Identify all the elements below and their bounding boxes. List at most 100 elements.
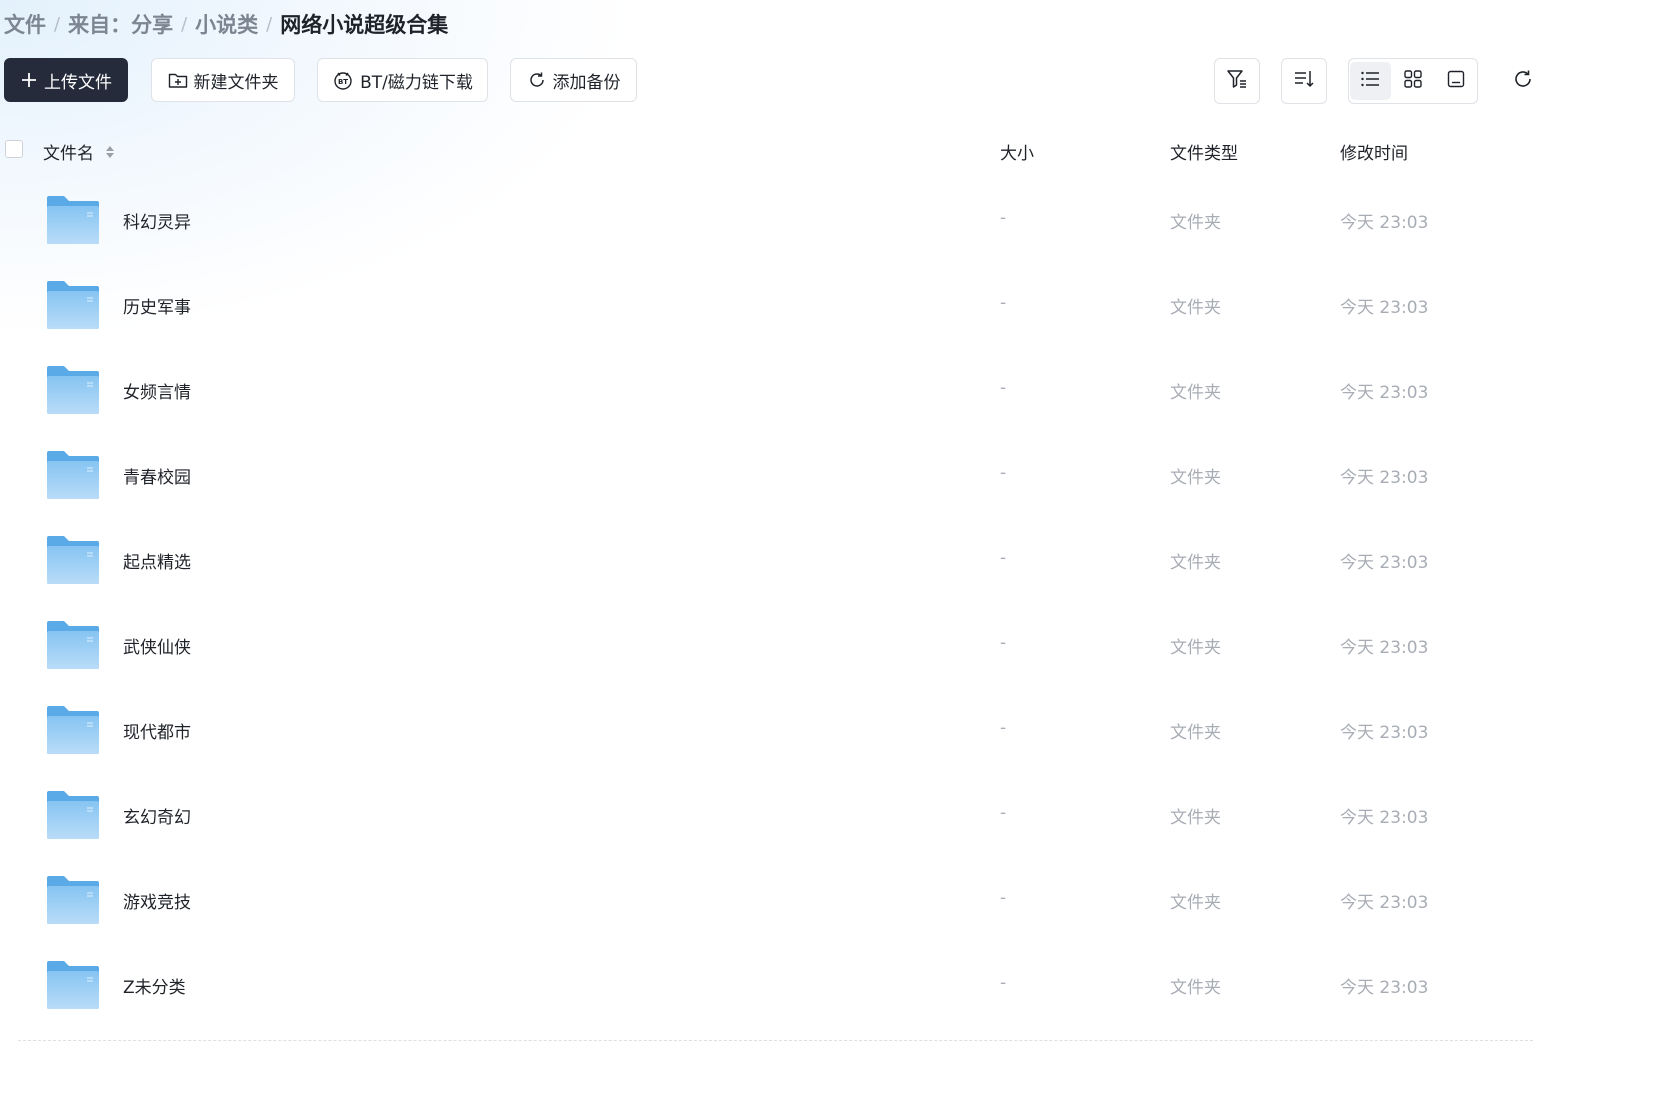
file-type: 文件夹 <box>1170 213 1221 233</box>
folder-icon <box>46 875 100 925</box>
file-type: 文件夹 <box>1170 723 1221 743</box>
preview-view-icon <box>1447 70 1465 92</box>
file-type: 文件夹 <box>1170 978 1221 998</box>
folder-icon <box>46 450 100 500</box>
file-size: - <box>1000 888 1007 908</box>
refresh-icon <box>1512 68 1534 94</box>
bt-icon: BT <box>332 70 354 90</box>
upload-file-button[interactable]: 上传文件 <box>4 58 128 102</box>
list-end-divider <box>18 1040 1533 1041</box>
folder-icon <box>46 705 100 755</box>
table-header: 文件名 大小 文件类型 修改时间 <box>0 130 1545 170</box>
table-row[interactable]: 女频言情 - 文件夹 今天 23:03 <box>0 347 1545 432</box>
sort-toggle-icon <box>105 144 115 165</box>
file-size: - <box>1000 803 1007 823</box>
sort-button[interactable] <box>1281 58 1327 104</box>
add-backup-label: 添加备份 <box>552 72 621 93</box>
column-name-header[interactable]: 文件名 <box>43 139 115 165</box>
preview-view-button[interactable] <box>1435 62 1476 100</box>
file-size: - <box>1000 718 1007 738</box>
folder-plus-icon <box>168 71 188 89</box>
filter-icon <box>1226 68 1248 94</box>
table-row[interactable]: 现代都市 - 文件夹 今天 23:03 <box>0 687 1545 772</box>
file-name: Z未分类 <box>123 978 186 998</box>
new-folder-label: 新建文件夹 <box>193 72 279 93</box>
folder-icon <box>46 535 100 585</box>
bt-magnet-download-label: BT/磁力链下载 <box>360 72 473 93</box>
file-name: 现代都市 <box>123 723 191 743</box>
refresh-button[interactable] <box>1503 58 1543 104</box>
table-row[interactable]: 武侠仙侠 - 文件夹 今天 23:03 <box>0 602 1545 687</box>
file-name: 游戏竞技 <box>123 893 191 913</box>
table-row[interactable]: 青春校园 - 文件夹 今天 23:03 <box>0 432 1545 517</box>
file-modified-time: 今天 23:03 <box>1340 553 1429 573</box>
select-all-checkbox[interactable] <box>5 140 23 158</box>
new-folder-button[interactable]: 新建文件夹 <box>151 58 295 102</box>
grid-view-icon <box>1404 70 1422 92</box>
file-type: 文件夹 <box>1170 893 1221 913</box>
table-row[interactable]: 玄幻奇幻 - 文件夹 今天 23:03 <box>0 772 1545 857</box>
file-modified-time: 今天 23:03 <box>1340 978 1429 998</box>
table-row[interactable]: Z未分类 - 文件夹 今天 23:03 <box>0 942 1545 1027</box>
folder-icon <box>46 620 100 670</box>
folder-icon <box>46 960 100 1010</box>
breadcrumb-current: 网络小说超级合集 <box>280 13 449 37</box>
file-name: 起点精选 <box>123 553 191 573</box>
table-row[interactable]: 起点精选 - 文件夹 今天 23:03 <box>0 517 1545 602</box>
file-size: - <box>1000 633 1007 653</box>
breadcrumb-shared[interactable]: 来自：分享 <box>68 9 173 39</box>
breadcrumb: 文件 / 来自：分享 / 小说类 / 网络小说超级合集 <box>4 9 448 39</box>
bt-magnet-download-button[interactable]: BT BT/磁力链下载 <box>317 58 488 102</box>
file-name: 玄幻奇幻 <box>123 808 191 828</box>
refresh-backup-icon <box>527 70 547 90</box>
view-mode-switch <box>1348 58 1478 104</box>
file-name: 科幻灵异 <box>123 213 191 233</box>
file-modified-time: 今天 23:03 <box>1340 468 1429 488</box>
file-type: 文件夹 <box>1170 383 1221 403</box>
breadcrumb-files[interactable]: 文件 <box>4 9 46 39</box>
file-modified-time: 今天 23:03 <box>1340 808 1429 828</box>
sort-icon <box>1293 68 1315 94</box>
file-modified-time: 今天 23:03 <box>1340 638 1429 658</box>
file-size: - <box>1000 378 1007 398</box>
filter-button[interactable] <box>1214 58 1260 104</box>
folder-icon <box>46 365 100 415</box>
breadcrumb-separator: / <box>181 13 188 35</box>
file-size: - <box>1000 208 1007 228</box>
folder-icon <box>46 790 100 840</box>
file-type: 文件夹 <box>1170 468 1221 488</box>
file-size: - <box>1000 463 1007 483</box>
table-row[interactable]: 科幻灵异 - 文件夹 今天 23:03 <box>0 177 1545 262</box>
file-list: 科幻灵异 - 文件夹 今天 23:03 历史军事 - 文件夹 今天 23:03 <box>0 177 1545 1027</box>
file-modified-time: 今天 23:03 <box>1340 383 1429 403</box>
file-modified-time: 今天 23:03 <box>1340 893 1429 913</box>
upload-file-label: 上传文件 <box>44 72 112 93</box>
breadcrumb-separator: / <box>54 13 61 35</box>
table-row[interactable]: 历史军事 - 文件夹 今天 23:03 <box>0 262 1545 347</box>
file-modified-time: 今天 23:03 <box>1340 298 1429 318</box>
table-row[interactable]: 游戏竞技 - 文件夹 今天 23:03 <box>0 857 1545 942</box>
file-type: 文件夹 <box>1170 638 1221 658</box>
list-view-button[interactable] <box>1350 62 1391 100</box>
file-size: - <box>1000 293 1007 313</box>
list-view-icon <box>1360 70 1380 92</box>
column-type-header[interactable]: 文件类型 <box>1170 139 1238 164</box>
add-backup-button[interactable]: 添加备份 <box>510 58 637 102</box>
file-name: 武侠仙侠 <box>123 638 191 658</box>
file-type: 文件夹 <box>1170 553 1221 573</box>
folder-icon <box>46 280 100 330</box>
breadcrumb-novels[interactable]: 小说类 <box>195 9 258 39</box>
column-size-header[interactable]: 大小 <box>1000 139 1034 164</box>
svg-text:BT: BT <box>338 78 348 86</box>
file-type: 文件夹 <box>1170 298 1221 318</box>
file-modified-time: 今天 23:03 <box>1340 213 1429 233</box>
column-modified-header[interactable]: 修改时间 <box>1340 139 1408 164</box>
file-size: - <box>1000 548 1007 568</box>
file-name: 青春校园 <box>123 468 191 488</box>
file-modified-time: 今天 23:03 <box>1340 723 1429 743</box>
file-name: 女频言情 <box>123 383 191 403</box>
column-name-label: 文件名 <box>43 144 94 164</box>
plus-icon <box>20 71 38 89</box>
grid-view-button[interactable] <box>1393 62 1434 100</box>
folder-icon <box>46 195 100 245</box>
